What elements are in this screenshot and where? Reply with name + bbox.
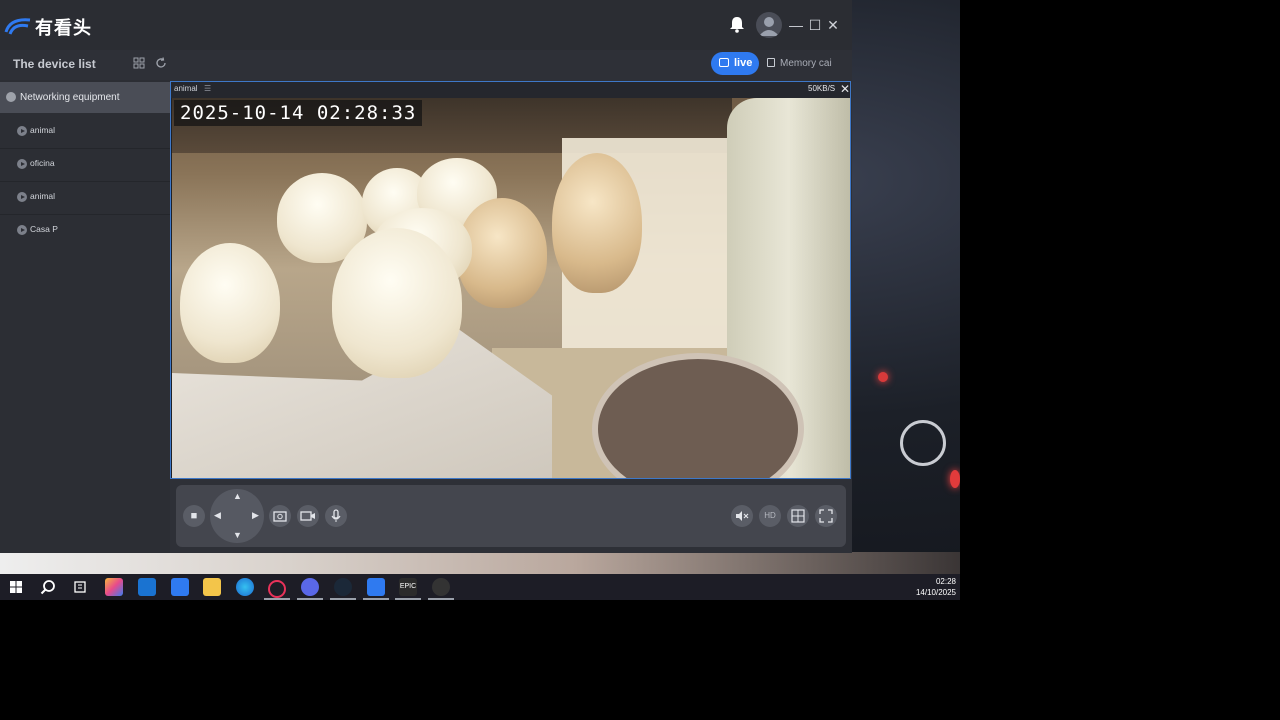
speaker-mute-icon	[736, 511, 749, 521]
device-item-animal-2[interactable]: animal	[0, 181, 170, 215]
tv-icon	[719, 58, 729, 67]
split-grid-icon	[791, 509, 805, 523]
opera-icon[interactable]	[268, 580, 286, 598]
mute-button[interactable]	[731, 505, 753, 527]
snapshot-button[interactable]	[269, 505, 291, 527]
ptz-left-button[interactable]: ◀	[214, 510, 221, 521]
live-tab-button[interactable]: live	[711, 52, 759, 75]
memory-card-tab[interactable]: Memory cai	[767, 52, 837, 75]
fullscreen-icon	[819, 509, 833, 523]
running-indicator	[395, 598, 421, 600]
wallpaper-ring	[900, 420, 946, 466]
camera-menu-icon[interactable]: ☰	[204, 84, 211, 93]
refresh-icon[interactable]	[155, 57, 167, 69]
brand-name: 有看头	[35, 18, 92, 38]
taskbar-task-view[interactable]	[71, 578, 89, 596]
outlook-icon[interactable]	[138, 578, 156, 596]
chick	[332, 228, 462, 378]
maximize-button[interactable]: ☐	[806, 16, 824, 34]
steam-icon[interactable]	[334, 578, 352, 596]
bitrate-label: 50KB/S	[808, 84, 836, 93]
talk-button[interactable]	[325, 505, 347, 527]
video-record-icon	[300, 511, 315, 521]
device-item-casa-p[interactable]: Casa P	[0, 214, 170, 247]
microphone-icon	[331, 509, 341, 522]
task-view-icon	[74, 581, 86, 593]
running-indicator	[428, 598, 454, 600]
copilot-icon[interactable]	[105, 578, 123, 596]
ptz-joystick[interactable]: ▲ ▼ ◀ ▶	[210, 489, 264, 543]
title-bar	[0, 0, 852, 50]
clock-date: 14/10/2025	[915, 588, 956, 597]
close-stream-icon[interactable]: ✕	[840, 82, 850, 96]
brand-logo-icon	[4, 18, 31, 35]
sd-card-icon	[767, 58, 775, 67]
store-icon[interactable]	[171, 578, 189, 596]
user-avatar[interactable]	[756, 12, 782, 38]
device-list-title: The device list	[13, 57, 96, 71]
device-name: Casa P	[30, 224, 58, 234]
device-name: animal	[30, 191, 56, 201]
camera-feed[interactable]: 2025-10-14 02:28:33	[172, 98, 850, 478]
grid-view-icon[interactable]	[133, 57, 145, 69]
start-button[interactable]	[7, 578, 25, 596]
split-screen-button[interactable]	[787, 505, 809, 527]
device-group-label: Networking equipment	[20, 92, 120, 103]
ptz-right-button[interactable]: ▶	[252, 510, 259, 521]
camera-name: animal	[174, 84, 198, 93]
user-icon	[759, 17, 779, 36]
running-indicator	[363, 598, 389, 600]
wallpaper-light	[878, 372, 888, 382]
network-group-icon	[6, 92, 16, 102]
fullscreen-button[interactable]	[815, 505, 837, 527]
device-item-oficina[interactable]: oficina	[0, 148, 170, 182]
play-device-icon	[17, 225, 27, 235]
taskbar-clock[interactable]: 02:28 14/10/2025	[890, 576, 956, 598]
play-device-icon	[17, 159, 27, 169]
video-timestamp: 2025-10-14 02:28:33	[174, 100, 423, 126]
camera-snapshot-icon	[273, 511, 287, 522]
epic-games-icon[interactable]: EPIC	[399, 578, 417, 596]
hd-toggle[interactable]: HD	[759, 505, 781, 527]
taskbar-search[interactable]	[39, 578, 57, 596]
ptz-up-button[interactable]: ▲	[233, 491, 242, 501]
stop-button[interactable]: ■	[183, 505, 205, 527]
player-header	[171, 82, 850, 98]
device-name: animal	[30, 125, 56, 135]
memory-label: Memory cai	[780, 58, 832, 69]
live-label: live	[734, 57, 753, 69]
device-name: oficina	[30, 158, 55, 168]
app-icon[interactable]	[432, 578, 450, 596]
wallpaper-light	[950, 470, 960, 488]
play-device-icon	[17, 192, 27, 202]
wallpaper-strip	[0, 552, 960, 574]
clock-time: 02:28	[935, 577, 956, 586]
chick	[180, 243, 280, 363]
ptz-down-button[interactable]: ▼	[233, 530, 242, 540]
chick	[552, 153, 642, 293]
running-indicator	[297, 598, 323, 600]
close-button[interactable]: ✕	[824, 16, 842, 34]
play-device-icon	[17, 126, 27, 136]
minimize-button[interactable]: —	[787, 16, 805, 34]
file-explorer-icon[interactable]	[203, 578, 221, 596]
notification-bell-icon[interactable]	[728, 15, 746, 33]
discord-icon[interactable]	[301, 578, 319, 596]
edge-icon[interactable]	[236, 578, 254, 596]
device-item-animal[interactable]: animal	[0, 115, 170, 149]
windows-start-icon	[10, 581, 22, 593]
running-indicator	[330, 598, 356, 600]
camera-app-icon[interactable]	[367, 578, 385, 596]
search-icon	[40, 580, 55, 595]
record-button[interactable]	[297, 505, 319, 527]
running-indicator	[264, 598, 290, 600]
